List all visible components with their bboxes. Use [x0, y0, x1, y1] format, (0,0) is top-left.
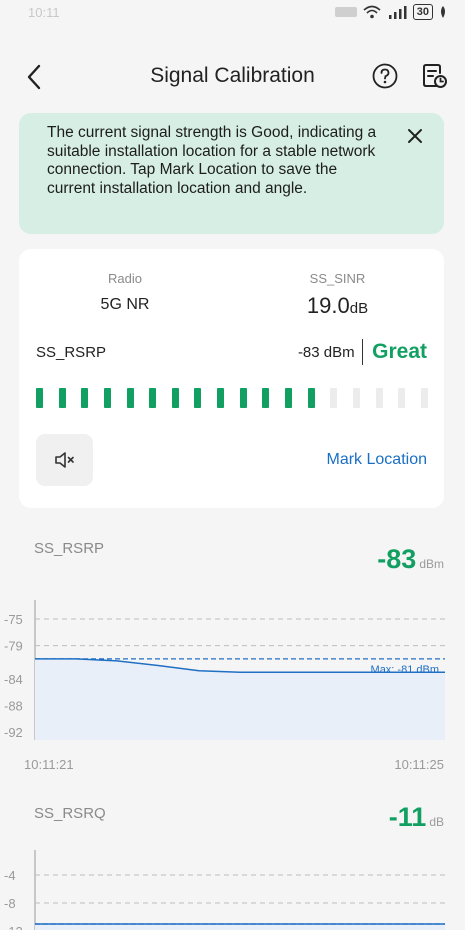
- signal-bar-filled: [194, 388, 202, 408]
- history-button[interactable]: [419, 61, 449, 91]
- sinr-value: 19.0: [306, 293, 350, 318]
- sinr-value-block: 19.0dB: [231, 293, 444, 319]
- signal-icon: [388, 6, 407, 19]
- rsrp-divider: [361, 339, 364, 365]
- signal-bar-filled: [307, 388, 315, 408]
- rsrq-current-value: -11: [388, 802, 427, 832]
- y-tick-label: -75: [4, 612, 23, 627]
- rsrq-chart: -4-8-12Max: -11 dB: [4, 850, 445, 930]
- mark-location-button[interactable]: Mark Location: [327, 451, 428, 469]
- signal-bar-filled: [81, 388, 89, 408]
- battery-icon: 30: [412, 4, 433, 20]
- rsrp-time-end: 10:11:25: [394, 757, 444, 772]
- signal-bar-filled: [171, 388, 179, 408]
- y-tick-label: -92: [4, 725, 23, 740]
- rsrp-readout: -83 dBm Great: [298, 339, 427, 365]
- y-tick-label: -84: [4, 672, 23, 687]
- notification-icons: [334, 7, 357, 17]
- sinr-label: SS_SINR: [309, 271, 366, 286]
- rsrp-time-start: 10:11:21: [24, 757, 74, 772]
- signal-bar-filled: [262, 388, 270, 408]
- status-bar: 10:11 30: [0, 0, 465, 24]
- signal-bar-empty: [330, 388, 338, 408]
- rsrq-chart-value: -11 dB: [389, 802, 444, 833]
- signal-bar-empty: [420, 388, 428, 408]
- signal-bar-filled: [58, 388, 66, 408]
- signal-bar-filled: [126, 388, 134, 408]
- status-icons: 30: [334, 4, 447, 20]
- y-tick-label: -4: [4, 868, 16, 883]
- history-icon: [423, 64, 447, 88]
- y-tick-label: -8: [4, 896, 16, 911]
- rsrp-value: -83 dBm: [297, 343, 355, 361]
- rsrq-unit: dB: [429, 815, 444, 829]
- max-label: Max: -81 dBm: [371, 664, 439, 676]
- signal-bar-empty: [352, 388, 360, 408]
- rsrp-chart: -75 -79 -84 -88 -92 Max: -81 dBm: [4, 600, 445, 740]
- y-tick-label: -12: [4, 924, 23, 930]
- close-icon: [408, 129, 422, 143]
- signal-bar-empty: [375, 388, 383, 408]
- wifi-icon: [363, 5, 381, 19]
- help-icon: [372, 63, 398, 89]
- signal-tip-banner: The current signal strength is Good, ind…: [19, 113, 444, 234]
- rsrp-chart-value: -83 dBm: [377, 544, 444, 575]
- signal-bar-filled: [103, 388, 111, 408]
- banner-close-button[interactable]: [404, 125, 426, 147]
- signal-quality-badge: Great: [372, 340, 427, 363]
- signal-bar-filled: [239, 388, 247, 408]
- signal-bar-empty: [398, 388, 406, 408]
- status-time: 10:11: [28, 5, 60, 20]
- sinr-unit: dB: [349, 300, 369, 317]
- leaf-icon: [441, 6, 445, 18]
- signal-card: Radio 5G NR SS_SINR 19.0dB SS_RSRP -83 d…: [19, 249, 444, 508]
- radio-label: Radio: [108, 271, 142, 286]
- y-tick-label: -88: [4, 698, 23, 713]
- mute-button[interactable]: [36, 434, 93, 486]
- rsrp-current-value: -83: [377, 544, 417, 574]
- signal-bar-filled: [36, 388, 43, 408]
- signal-bar-filled: [217, 388, 225, 408]
- banner-text: The current signal strength is Good, ind…: [47, 124, 377, 197]
- battery-level: 30: [416, 5, 429, 18]
- signal-bar-filled: [285, 388, 293, 408]
- rsrq-chart-title: SS_RSRQ: [34, 805, 106, 822]
- radio-value: 5G NR: [100, 296, 150, 313]
- speaker-muted-icon: [54, 452, 74, 468]
- help-button[interactable]: [371, 62, 399, 90]
- rsrp-unit: dBm: [419, 557, 444, 571]
- app-header: Signal Calibration: [0, 52, 465, 100]
- signal-bar-filled: [149, 388, 157, 408]
- rsrp-chart-title: SS_RSRP: [34, 540, 105, 557]
- y-tick-label: -79: [4, 639, 23, 654]
- signal-strength-meter: [36, 388, 428, 408]
- rsrp-label: SS_RSRP: [36, 344, 107, 361]
